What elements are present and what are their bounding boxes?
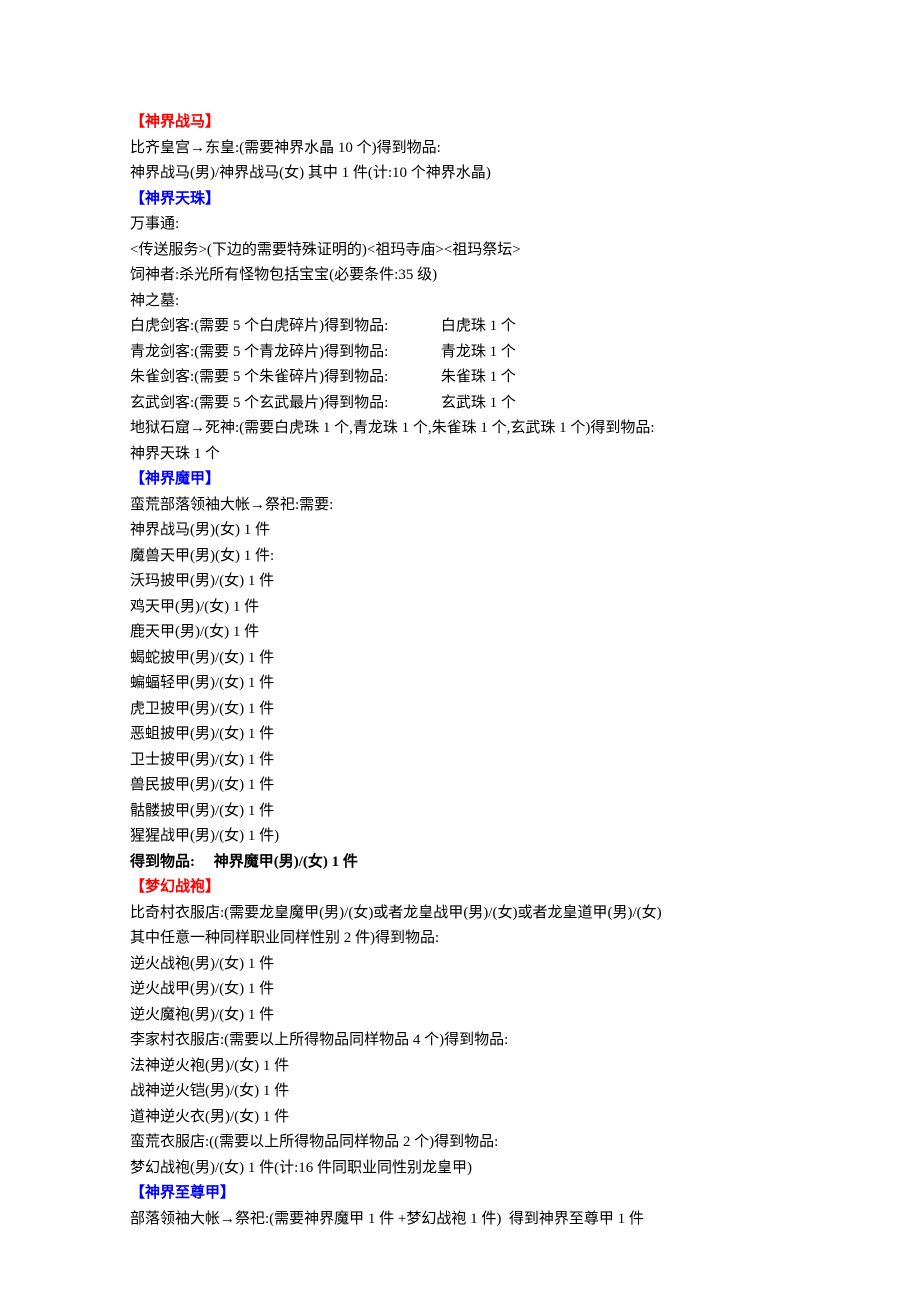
text-line: 猩猩战甲(男)/(女) 1 件) xyxy=(130,824,790,850)
text-line: 神界战马(男)(女) 1 件 xyxy=(130,518,790,544)
text-line: 逆火魔袍(男)/(女) 1 件 xyxy=(130,1003,790,1029)
text-line: 其中任意一种同样职业同样性别 2 件)得到物品: xyxy=(130,926,790,952)
text-line: 蝎蛇披甲(男)/(女) 1 件 xyxy=(130,646,790,672)
text-line: 得到物品: 神界魔甲(男)/(女) 1 件 xyxy=(130,850,790,876)
document-content: 【神界战马】比齐皇宫→东皇:(需要神界水晶 10 个)得到物品:神界战马(男)/… xyxy=(130,110,790,1232)
text-line: 比齐皇宫→东皇:(需要神界水晶 10 个)得到物品: xyxy=(130,136,790,162)
text-line: 蝙蝠轻甲(男)/(女) 1 件 xyxy=(130,671,790,697)
text-line: 神之墓: xyxy=(130,289,790,315)
text-line: 朱雀剑客:(需要 5 个朱雀碎片)得到物品: 朱雀珠 1 个 xyxy=(130,365,790,391)
text-line: 【神界战马】 xyxy=(130,110,790,136)
text-line: 沃玛披甲(男)/(女) 1 件 xyxy=(130,569,790,595)
text-line: 逆火战甲(男)/(女) 1 件 xyxy=(130,977,790,1003)
text-line: 道神逆火衣(男)/(女) 1 件 xyxy=(130,1105,790,1131)
text-line: 恶蛆披甲(男)/(女) 1 件 xyxy=(130,722,790,748)
text-line: 逆火战袍(男)/(女) 1 件 xyxy=(130,952,790,978)
text-line: <传送服务>(下边的需要特殊证明的)<祖玛寺庙><祖玛祭坛> xyxy=(130,238,790,264)
text-line: 虎卫披甲(男)/(女) 1 件 xyxy=(130,697,790,723)
text-line: 玄武剑客:(需要 5 个玄武最片)得到物品: 玄武珠 1 个 xyxy=(130,391,790,417)
text-line: 【神界魔甲】 xyxy=(130,467,790,493)
text-line: 部落领袖大帐→祭祀:(需要神界魔甲 1 件 +梦幻战袍 1 件) 得到神界至尊甲… xyxy=(130,1207,790,1233)
text-line: 地狱石窟→死神:(需要白虎珠 1 个,青龙珠 1 个,朱雀珠 1 个,玄武珠 1… xyxy=(130,416,790,442)
text-line: 白虎剑客:(需要 5 个白虎碎片)得到物品: 白虎珠 1 个 xyxy=(130,314,790,340)
text-line: 魔兽天甲(男)(女) 1 件: xyxy=(130,544,790,570)
text-line: 李家村衣服店:(需要以上所得物品同样物品 4 个)得到物品: xyxy=(130,1028,790,1054)
text-line: 蛮荒衣服店:((需要以上所得物品同样物品 2 个)得到物品: xyxy=(130,1130,790,1156)
text-line: 兽民披甲(男)/(女) 1 件 xyxy=(130,773,790,799)
text-line: 饲神者:杀光所有怪物包括宝宝(必要条件:35 级) xyxy=(130,263,790,289)
text-line: 骷髅披甲(男)/(女) 1 件 xyxy=(130,799,790,825)
text-line: 【神界至尊甲】 xyxy=(130,1181,790,1207)
text-line: 青龙剑客:(需要 5 个青龙碎片)得到物品: 青龙珠 1 个 xyxy=(130,340,790,366)
text-line: 万事通: xyxy=(130,212,790,238)
text-line: 蛮荒部落领袖大帐→祭祀:需要: xyxy=(130,493,790,519)
text-line: 法神逆火袍(男)/(女) 1 件 xyxy=(130,1054,790,1080)
text-line: 卫士披甲(男)/(女) 1 件 xyxy=(130,748,790,774)
text-line: 【梦幻战袍】 xyxy=(130,875,790,901)
text-line: 神界战马(男)/神界战马(女) 其中 1 件(计:10 个神界水晶) xyxy=(130,161,790,187)
text-line: 鹿天甲(男)/(女) 1 件 xyxy=(130,620,790,646)
text-line: 神界天珠 1 个 xyxy=(130,442,790,468)
text-line: 鸡天甲(男)/(女) 1 件 xyxy=(130,595,790,621)
text-line: 比奇村衣服店:(需要龙皇魔甲(男)/(女)或者龙皇战甲(男)/(女)或者龙皇道甲… xyxy=(130,901,790,927)
text-line: 梦幻战袍(男)/(女) 1 件(计:16 件同职业同性别龙皇甲) xyxy=(130,1156,790,1182)
text-line: 战神逆火铠(男)/(女) 1 件 xyxy=(130,1079,790,1105)
text-line: 【神界天珠】 xyxy=(130,187,790,213)
